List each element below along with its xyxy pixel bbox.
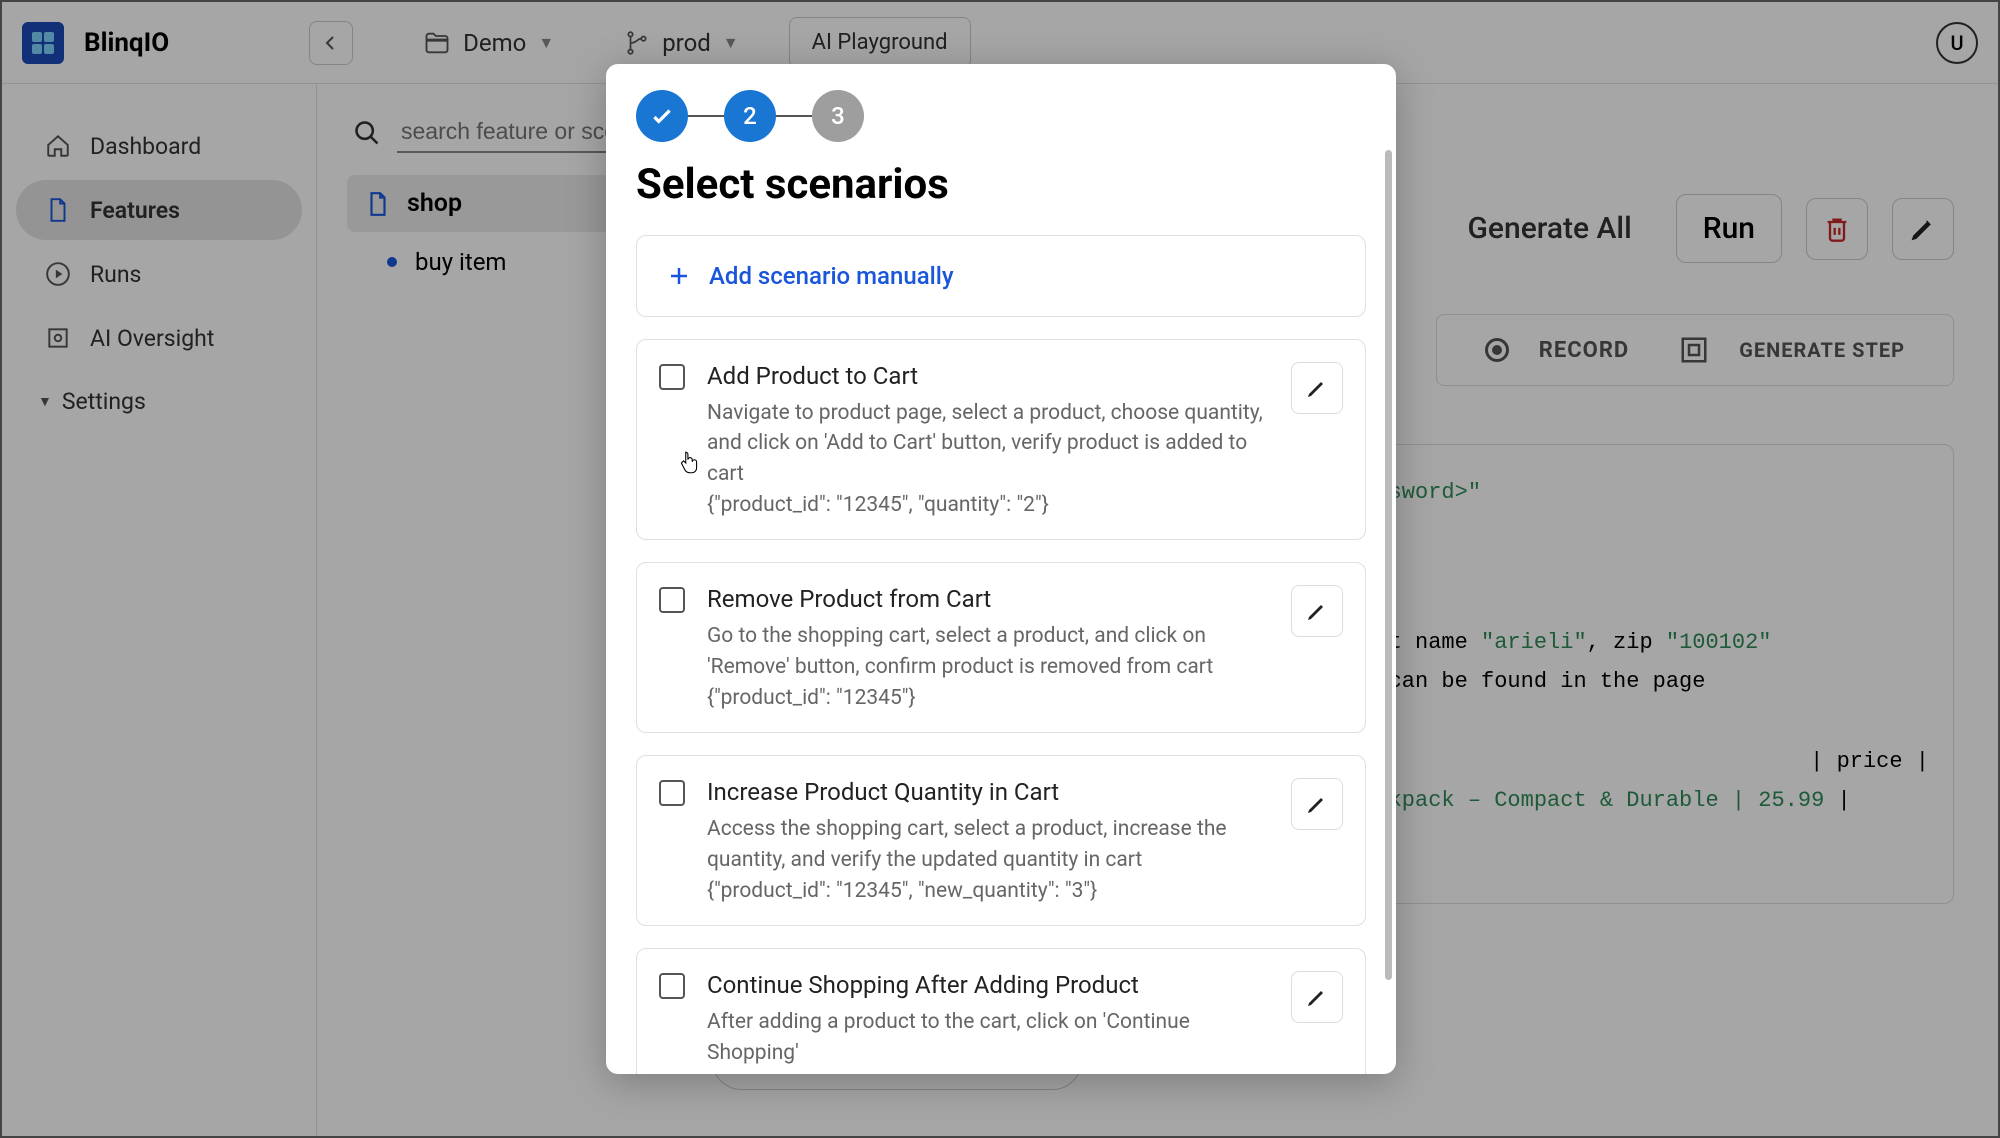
- pencil-icon: [1305, 985, 1329, 1009]
- scenario-description: Go to the shopping cart, select a produc…: [707, 621, 1269, 682]
- scenario-card[interactable]: Remove Product from Cart Go to the shoppi…: [636, 562, 1366, 733]
- scenario-title: Continue Shopping After Adding Product: [707, 971, 1269, 999]
- add-scenario-manually-button[interactable]: Add scenario manually: [636, 235, 1366, 317]
- scenario-checkbox[interactable]: [659, 780, 685, 806]
- plus-icon: [667, 264, 691, 288]
- scenario-edit-button[interactable]: [1291, 585, 1343, 637]
- scenario-card[interactable]: Continue Shopping After Adding Product Af…: [636, 948, 1366, 1074]
- scenario-data: {"product_id": "12345", "quantity": "2"}: [707, 493, 1269, 517]
- step-3-pending: 3: [812, 90, 864, 142]
- pencil-icon: [1305, 599, 1329, 623]
- pencil-icon: [1305, 792, 1329, 816]
- scenario-edit-button[interactable]: [1291, 778, 1343, 830]
- scenario-description: After adding a product to the cart, clic…: [707, 1007, 1269, 1068]
- scenario-edit-button[interactable]: [1291, 362, 1343, 414]
- scenario-checkbox[interactable]: [659, 973, 685, 999]
- scenario-description: Access the shopping cart, select a produ…: [707, 814, 1269, 875]
- scenario-data: {"product_id": "12345"}: [707, 686, 1269, 710]
- step-1-done: [636, 90, 688, 142]
- add-scenario-label: Add scenario manually: [709, 262, 954, 290]
- cursor-icon: [676, 450, 702, 476]
- scenario-card[interactable]: Increase Product Quantity in Cart Access …: [636, 755, 1366, 926]
- modal-scrollbar[interactable]: [1385, 150, 1392, 980]
- scenario-description: Navigate to product page, select a produ…: [707, 398, 1269, 489]
- scenario-edit-button[interactable]: [1291, 971, 1343, 1023]
- scenario-data: {"product_id": "12345", "new_quantity": …: [707, 879, 1269, 903]
- scenario-title: Remove Product from Cart: [707, 585, 1269, 613]
- check-icon: [649, 103, 675, 129]
- step-2-current: 2: [724, 90, 776, 142]
- scenario-checkbox[interactable]: [659, 587, 685, 613]
- stepper: 2 3: [636, 90, 1366, 142]
- scenario-title: Add Product to Cart: [707, 362, 1269, 390]
- modal-title: Select scenarios: [636, 160, 1366, 209]
- scenario-card[interactable]: Add Product to Cart Navigate to product p…: [636, 339, 1366, 540]
- select-scenarios-modal: 2 3 Select scenarios Add scenario manual…: [606, 64, 1396, 1074]
- pencil-icon: [1305, 376, 1329, 400]
- scenario-title: Increase Product Quantity in Cart: [707, 778, 1269, 806]
- scenario-checkbox[interactable]: [659, 364, 685, 390]
